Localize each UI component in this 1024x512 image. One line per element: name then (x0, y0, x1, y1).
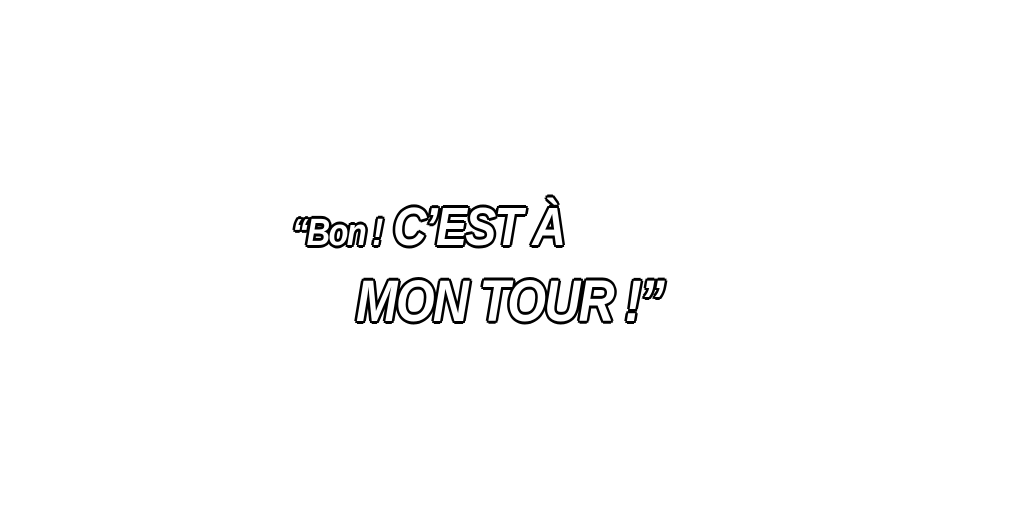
caption-line-1-big: C’EST À (391, 196, 566, 259)
caption-line-2: MON TOUR !” (355, 268, 666, 336)
caption-line-1: “Bon ! C’EST À (291, 196, 592, 259)
speech-caption: “Bon ! C’EST À MON TOUR !” (0, 0, 1024, 512)
canvas: “Bon ! C’EST À MON TOUR !” (0, 0, 1024, 512)
caption-line-1-small: “Bon ! (291, 211, 385, 256)
